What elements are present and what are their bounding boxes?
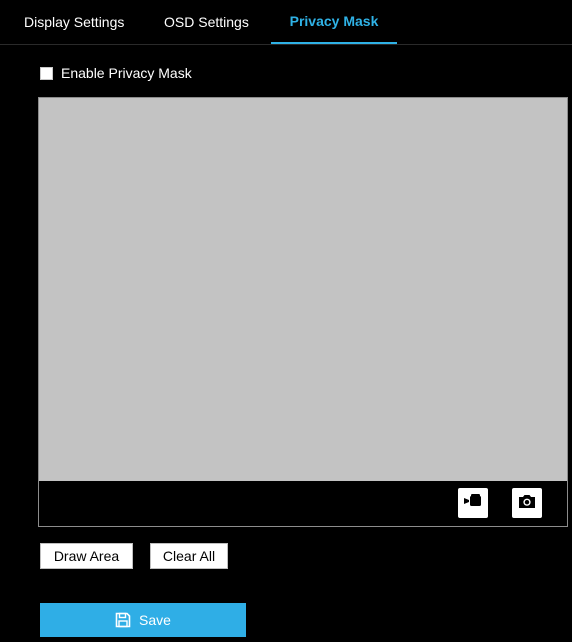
save-button[interactable]: Save [40,603,246,637]
settings-tab-bar: Display Settings OSD Settings Privacy Ma… [0,0,572,45]
video-preview-canvas[interactable] [39,98,567,481]
camera-snapshot-icon [518,493,536,514]
record-video-icon [463,493,483,514]
record-button[interactable] [458,488,488,518]
save-button-label: Save [139,612,171,628]
enable-privacy-mask-checkbox[interactable] [40,66,53,80]
enable-privacy-mask-row: Enable Privacy Mask [40,64,192,82]
active-tab-indicator [271,42,397,44]
save-disk-icon [115,612,131,628]
clear-all-button[interactable]: Clear All [150,543,228,569]
enable-privacy-mask-label[interactable]: Enable Privacy Mask [61,65,192,81]
video-control-bar [39,481,567,526]
tab-display-settings[interactable]: Display Settings [24,0,124,44]
tab-privacy-mask-label: Privacy Mask [289,13,379,29]
tab-privacy-mask[interactable]: Privacy Mask [271,0,397,44]
privacy-mask-page: Display Settings OSD Settings Privacy Ma… [0,0,572,642]
snapshot-button[interactable] [512,488,542,518]
video-preview-frame [38,97,568,527]
draw-area-button[interactable]: Draw Area [40,543,133,569]
tab-osd-settings[interactable]: OSD Settings [164,0,249,44]
